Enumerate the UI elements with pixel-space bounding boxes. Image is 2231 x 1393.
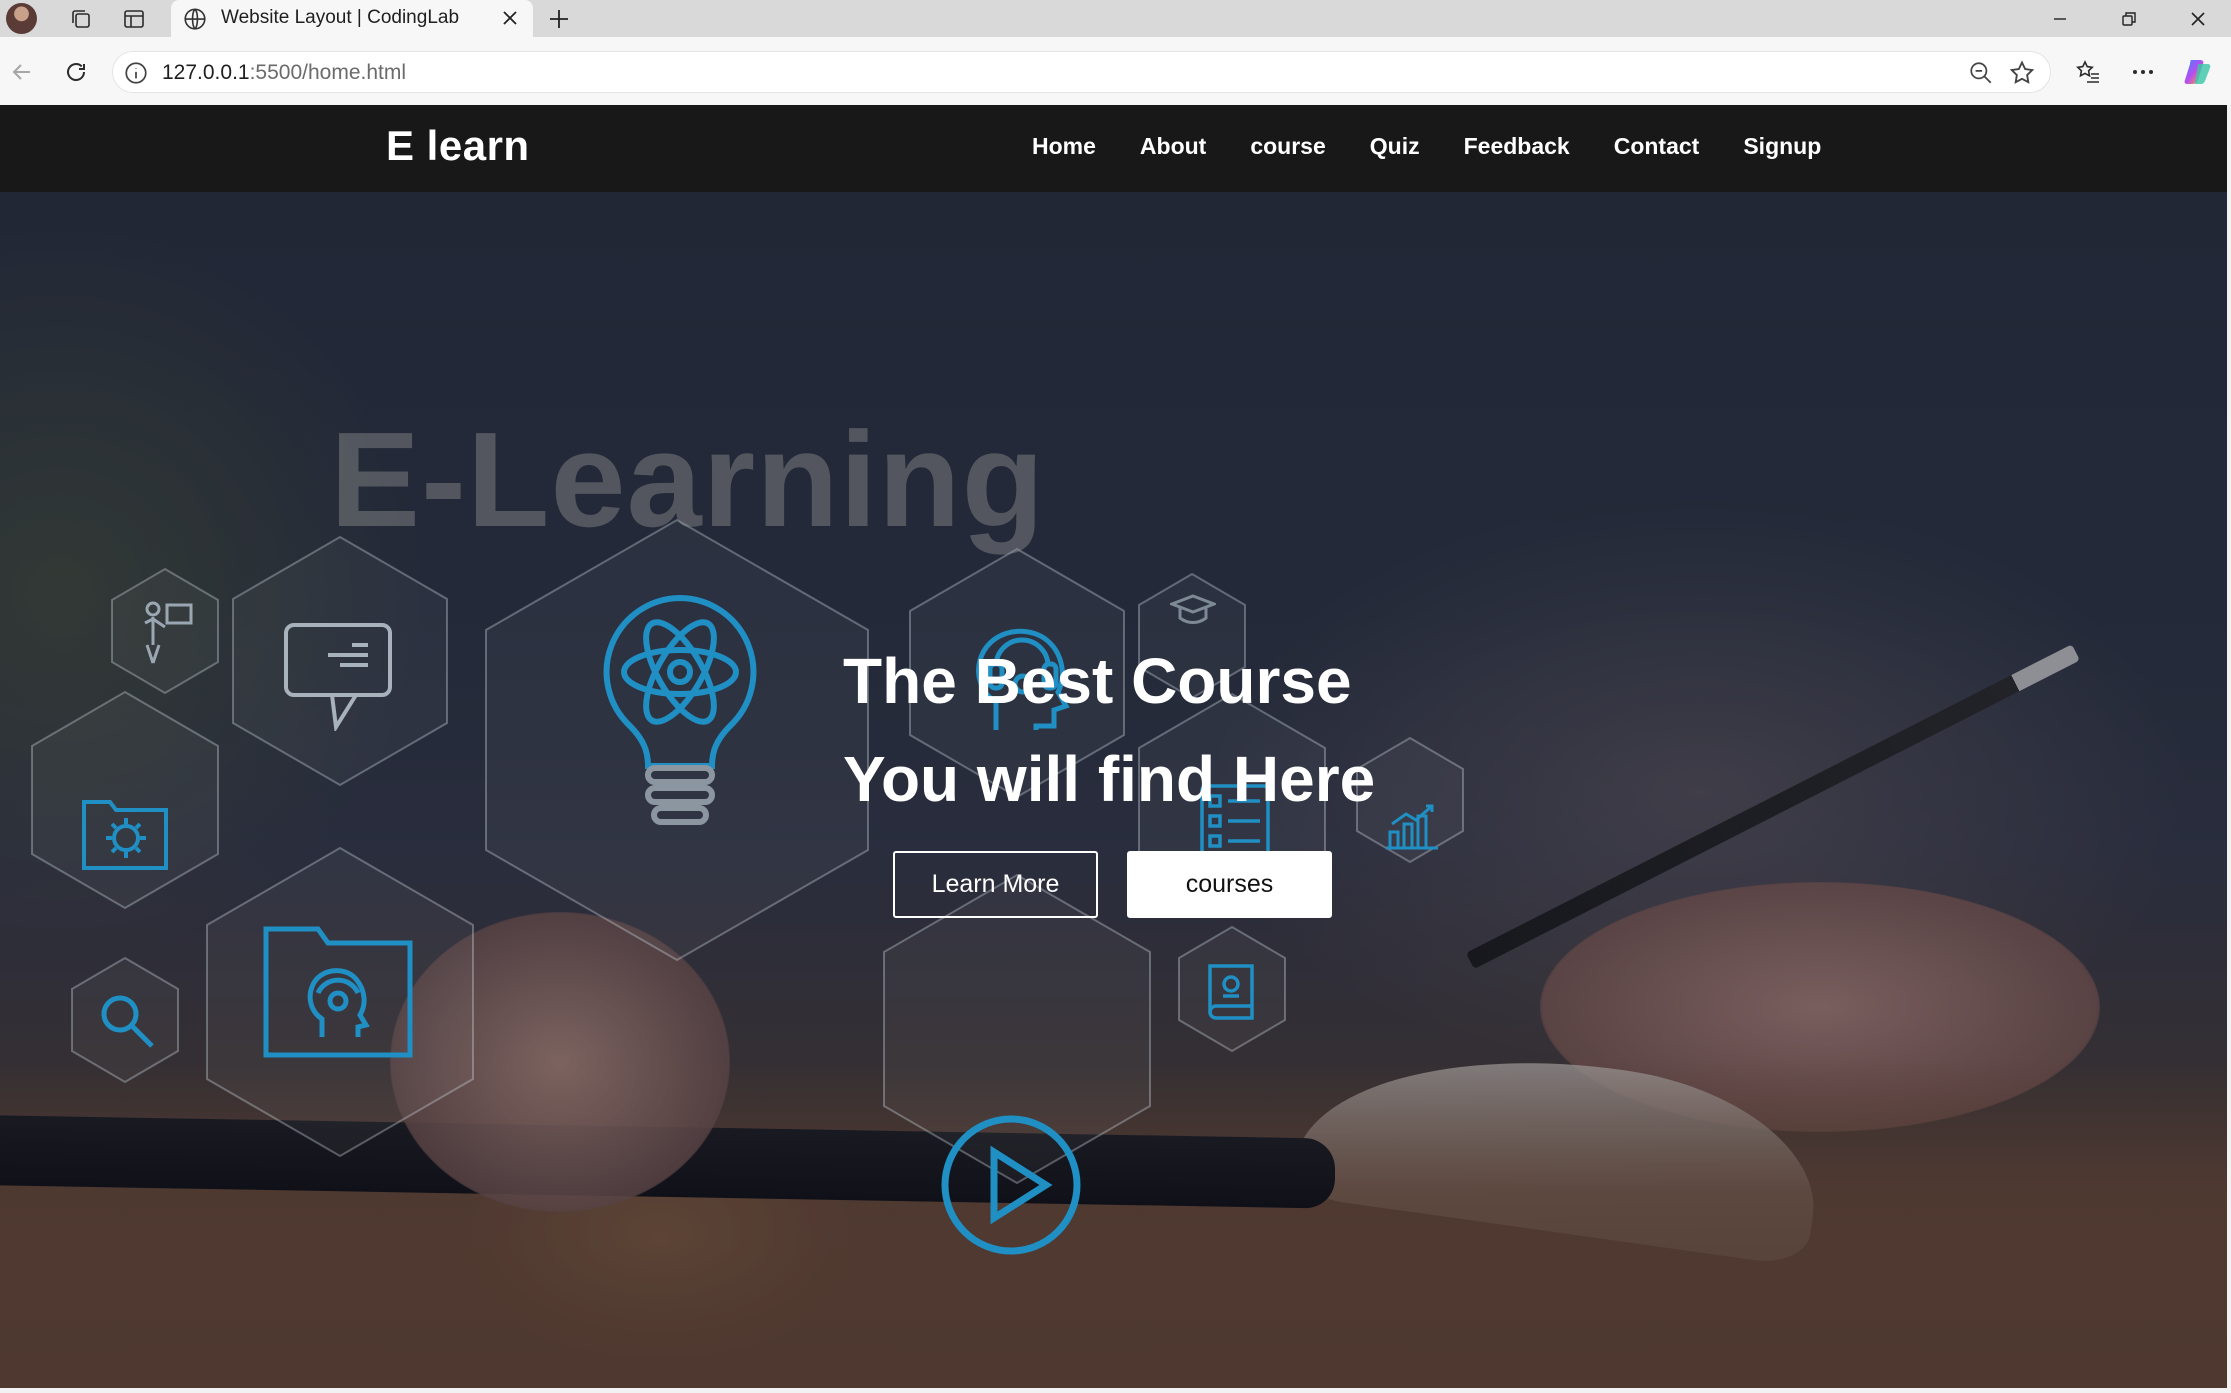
nav-link-home[interactable]: Home	[1032, 133, 1096, 160]
nav-menu: Home About course Quiz Feedback Contact …	[1032, 133, 1865, 160]
favorites-list-icon[interactable]	[2070, 54, 2106, 90]
back-icon[interactable]	[5, 55, 39, 89]
nav-link-contact[interactable]: Contact	[1614, 133, 1700, 160]
window-edge	[2227, 105, 2231, 1393]
book-icon	[1208, 964, 1254, 1020]
headline-line-2: You will find Here	[843, 743, 1376, 815]
copilot-icon[interactable]	[2180, 54, 2216, 90]
teacher-icon	[144, 601, 193, 664]
window-bottom-edge	[0, 1388, 2231, 1393]
active-tab[interactable]: Website Layout | CodingLab	[171, 0, 533, 37]
nav-link-quiz[interactable]: Quiz	[1370, 133, 1420, 160]
folder-head-icon	[263, 926, 413, 1058]
nav-link-about[interactable]: About	[1140, 133, 1206, 160]
url-host: 127.0.0.1	[162, 61, 250, 84]
courses-button[interactable]: courses	[1127, 851, 1332, 918]
folder-gear-icon	[82, 800, 168, 870]
url-field[interactable]: 127.0.0.1:5500/home.html	[112, 51, 2051, 93]
close-window-icon[interactable]	[2165, 0, 2231, 37]
graduation-cap-icon	[1170, 594, 1216, 624]
tab-title: Website Layout | CodingLab	[221, 7, 460, 28]
hero-headline: The Best Course You will find Here	[843, 632, 1403, 828]
hero-section: E-Learning The Best Course You will find…	[0, 192, 2227, 1388]
nav-link-feedback[interactable]: Feedback	[1464, 133, 1570, 160]
globe-icon	[184, 8, 206, 30]
site-logo[interactable]: E learn	[386, 122, 530, 170]
play-icon	[941, 1115, 1081, 1255]
search-icon	[101, 995, 154, 1048]
headline-line-1: The Best Course	[843, 645, 1352, 717]
vertical-tabs-icon[interactable]	[119, 4, 149, 34]
new-tab-icon[interactable]	[544, 4, 574, 34]
more-menu-icon[interactable]	[2125, 54, 2161, 90]
learn-more-button[interactable]: Learn More	[893, 851, 1098, 918]
close-tab-icon[interactable]	[497, 5, 523, 31]
nav-link-course[interactable]: course	[1250, 133, 1325, 160]
site-navbar: E learn Home About course Quiz Feedback …	[0, 105, 2227, 192]
browser-tab-bar: Website Layout | CodingLab	[0, 0, 2231, 37]
zoom-out-icon[interactable]	[1968, 60, 1994, 86]
minimize-icon[interactable]	[2027, 0, 2093, 37]
favorite-star-icon[interactable]	[2008, 59, 2036, 87]
restore-icon[interactable]	[2096, 0, 2162, 37]
chat-icon	[284, 623, 392, 731]
url-text: 127.0.0.1:5500/home.html	[162, 61, 406, 85]
site-info-icon[interactable]	[123, 60, 149, 86]
url-path: :5500/home.html	[249, 61, 407, 84]
hero-watermark: E-Learning	[330, 404, 1046, 555]
reload-icon[interactable]	[59, 55, 93, 89]
workspaces-icon[interactable]	[66, 4, 96, 34]
page-viewport: E learn Home About course Quiz Feedback …	[0, 105, 2227, 1388]
nav-link-signup[interactable]: Signup	[1743, 133, 1821, 160]
address-bar-row: 127.0.0.1:5500/home.html	[0, 37, 2231, 105]
profile-avatar[interactable]	[6, 3, 37, 34]
lightbulb-atom-icon	[603, 594, 757, 825]
